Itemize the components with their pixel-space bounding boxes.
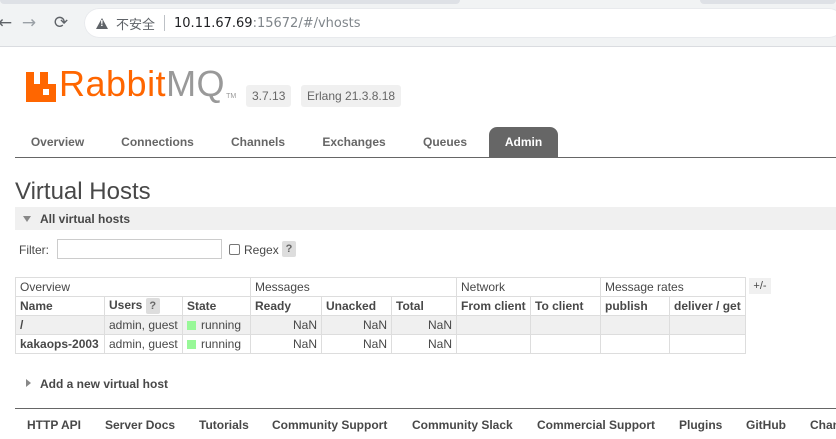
- vhost-deliver-get: [669, 334, 746, 354]
- table-row: kakaops-2003 admin, guest running NaN Na…: [15, 334, 746, 354]
- back-arrow-icon[interactable]: ←: [0, 12, 16, 34]
- footer-link-http-api[interactable]: HTTP API: [27, 418, 81, 432]
- vhosts-table: Overview Messages Network Message rates …: [15, 277, 746, 354]
- columns-toggle-button[interactable]: +/-: [749, 278, 771, 294]
- filter-label: Filter:: [19, 243, 49, 257]
- col-ready[interactable]: Ready: [250, 296, 322, 316]
- url-text[interactable]: 10.11.67.69:15672/#/vhosts: [174, 16, 361, 31]
- vhost-users: admin, guest: [104, 315, 183, 335]
- vhost-from-client: [456, 315, 531, 335]
- rabbitmq-logo-icon: [26, 68, 56, 102]
- vhost-from-client: [456, 334, 531, 354]
- url-path: :15672/#/vhosts: [252, 15, 361, 31]
- footer-link-server-docs[interactable]: Server Docs: [105, 418, 175, 432]
- regex-checkbox[interactable]: [229, 244, 240, 255]
- vhost-state-label: running: [201, 337, 242, 351]
- vhost-total: NaN: [391, 315, 457, 335]
- col-state[interactable]: State: [182, 296, 251, 316]
- footer: HTTP API Server Docs Tutorials Community…: [15, 408, 836, 439]
- logo-mq: MQ: [166, 63, 226, 104]
- group-message-rates: Message rates: [600, 277, 746, 297]
- vhost-name-link[interactable]: kakaops-2003: [15, 334, 105, 354]
- logo-trademark: TM: [226, 93, 237, 100]
- col-deliver-get[interactable]: deliver / get: [669, 296, 746, 316]
- page-title: Virtual Hosts: [15, 178, 151, 205]
- footer-link-commercial-support[interactable]: Commercial Support: [537, 418, 655, 432]
- group-network: Network: [456, 277, 601, 297]
- tab-overview[interactable]: Overview: [15, 127, 100, 157]
- col-name[interactable]: Name: [15, 296, 105, 316]
- footer-link-community-slack[interactable]: Community Slack: [412, 418, 513, 432]
- tab-queues[interactable]: Queues: [413, 127, 477, 157]
- col-unacked[interactable]: Unacked: [321, 296, 392, 316]
- vhost-unacked: NaN: [321, 334, 392, 354]
- address-separator: [164, 15, 166, 31]
- tab-admin[interactable]: Admin: [489, 127, 558, 157]
- address-bar[interactable]: 不安全 10.11.67.69:15672/#/vhosts: [84, 8, 836, 38]
- vhost-publish: [600, 315, 670, 335]
- col-to-client[interactable]: To client: [530, 296, 601, 316]
- vhost-total: NaN: [391, 334, 457, 354]
- footer-link-community-support[interactable]: Community Support: [272, 418, 387, 432]
- footer-link-changelog[interactable]: Chan: [810, 418, 836, 432]
- running-status-icon: [187, 340, 196, 349]
- vhost-ready: NaN: [250, 315, 322, 335]
- insecure-label: 不安全: [116, 17, 156, 33]
- table-group-header: Overview Messages Network Message rates: [15, 277, 746, 297]
- url-host: 10.11.67.69: [174, 15, 253, 31]
- browser-tab[interactable]: [0, 0, 460, 4]
- tab-exchanges[interactable]: Exchanges: [313, 127, 395, 157]
- expand-triangle-icon: [26, 379, 31, 387]
- browser-tab-2[interactable]: [700, 0, 836, 4]
- vhost-name-link[interactable]: /: [15, 315, 105, 335]
- col-total[interactable]: Total: [391, 296, 457, 316]
- tab-connections[interactable]: Connections: [110, 127, 205, 157]
- section-title: All virtual hosts: [40, 212, 131, 226]
- vhost-state: running: [182, 334, 251, 354]
- rabbitmq-logo[interactable]: RabbitMQ TM: [26, 66, 236, 102]
- vhost-deliver-get: [669, 315, 746, 335]
- group-overview: Overview: [15, 277, 251, 297]
- collapse-triangle-icon: [23, 216, 31, 222]
- warning-icon: [96, 17, 108, 29]
- add-vhost-label: Add a new virtual host: [40, 377, 169, 391]
- reload-icon[interactable]: ⟳: [50, 12, 72, 34]
- vhost-unacked: NaN: [321, 315, 392, 335]
- table-row: / admin, guest running NaN NaN NaN: [15, 315, 746, 335]
- logo-rabbit: Rabbit: [59, 63, 167, 104]
- vhost-state: running: [182, 315, 251, 335]
- running-status-icon: [187, 321, 196, 330]
- footer-link-plugins[interactable]: Plugins: [679, 418, 722, 432]
- vhost-to-client: [530, 315, 601, 335]
- section-header-all-vhosts[interactable]: All virtual hosts: [15, 207, 836, 230]
- version-badge: 3.7.13: [246, 85, 292, 107]
- vhost-state-label: running: [201, 318, 242, 332]
- footer-link-tutorials[interactable]: Tutorials: [199, 418, 249, 432]
- footer-link-github[interactable]: GitHub: [746, 418, 786, 432]
- vhost-to-client: [530, 334, 601, 354]
- browser-toolbar: ← → ⟳ 不安全 10.11.67.69:15672/#/vhosts: [0, 0, 836, 47]
- col-from-client[interactable]: From client: [456, 296, 531, 316]
- filter-input[interactable]: [57, 239, 222, 259]
- erlang-version-badge: Erlang 21.3.8.18: [301, 85, 402, 107]
- regex-label: Regex: [244, 243, 279, 257]
- logo-wordmark: RabbitMQ: [59, 66, 225, 102]
- main-nav: Overview Connections Channels Exchanges …: [15, 127, 836, 158]
- group-messages: Messages: [250, 277, 457, 297]
- vhost-ready: NaN: [250, 334, 322, 354]
- col-publish[interactable]: publish: [600, 296, 670, 316]
- forward-arrow-icon[interactable]: →: [18, 12, 40, 34]
- vhost-publish: [600, 334, 670, 354]
- users-help-button[interactable]: ?: [145, 298, 160, 314]
- tab-channels[interactable]: Channels: [221, 127, 295, 157]
- table-column-header: Name Users ? State Ready Unacked Total F…: [15, 296, 746, 316]
- vhost-users: admin, guest: [104, 334, 183, 354]
- regex-help-button[interactable]: ?: [282, 241, 296, 257]
- col-users[interactable]: Users ?: [104, 296, 183, 316]
- col-users-label: Users: [109, 298, 143, 312]
